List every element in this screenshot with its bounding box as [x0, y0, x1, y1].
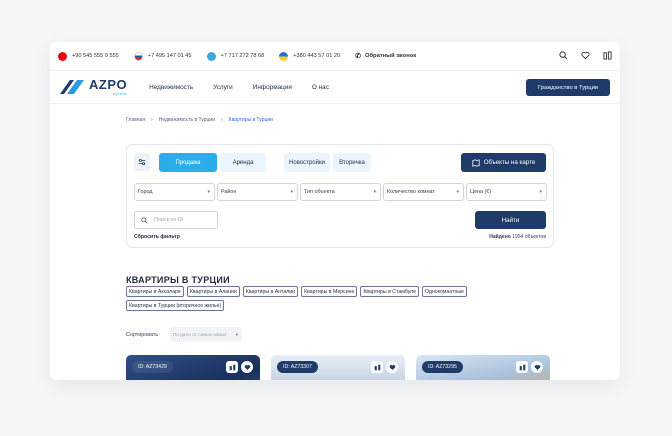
search-icon — [141, 216, 148, 224]
chevron-down-icon: ▾ — [207, 189, 210, 195]
callback-link[interactable]: ✆ Обратный звонок — [355, 52, 416, 60]
chevron-down-icon: ▾ — [539, 189, 542, 195]
phone-tr[interactable]: +90 545 555 0 555 — [58, 51, 119, 61]
property-card[interactable]: ID: AZ73307 — [271, 355, 405, 380]
tab-rent[interactable]: Аренда — [220, 153, 266, 172]
chevron-down-icon: ▾ — [456, 189, 459, 195]
phone-number: +380 443 57 01 20 — [293, 53, 341, 59]
top-contact-bar: +90 545 555 0 555 +7 495 147 01 45 +7 71… — [50, 42, 620, 70]
property-card[interactable]: ID: AZ73429 — [126, 355, 260, 380]
heart-icon[interactable] — [386, 361, 398, 373]
russia-flag-icon — [133, 51, 143, 61]
sort-label: Сортировать: — [126, 332, 160, 338]
breadcrumb: Главная › Недвижимость в Турции › Кварти… — [126, 117, 273, 123]
phone-number: +7 495 147 01 45 — [147, 53, 192, 59]
nav-item-info[interactable]: Информация — [253, 84, 292, 91]
nav-item-realestate[interactable]: Недвижимость — [149, 84, 193, 91]
id-search-placeholder: Поиск по ID — [154, 217, 184, 223]
page-title: КВАРТИРЫ В ТУРЦИИ — [126, 275, 230, 285]
tag-link[interactable]: Квартиры в Аксаларе — [126, 286, 184, 297]
property-id-badge: ID: AZ73307 — [277, 361, 318, 373]
results-count: Найдено 1954 объектов — [489, 234, 546, 240]
phone-kz[interactable]: +7 717 272 78 68 — [206, 51, 265, 61]
price-select-label: Цена (€) — [470, 189, 492, 195]
property-id-badge: ID: AZ73295 — [422, 361, 463, 373]
city-select[interactable]: Город ▾ — [134, 183, 215, 201]
search-filter-panel: Продажа Аренда Новостройки Вторичка Объе… — [126, 144, 554, 248]
compare-icon[interactable] — [516, 361, 528, 373]
found-prefix: Найдено — [489, 234, 511, 240]
breadcrumb-separator-icon: › — [151, 117, 153, 123]
breadcrumb-realestate[interactable]: Недвижимость в Турции — [159, 117, 215, 123]
type-select-label: Тип объекта — [304, 189, 335, 195]
search-icon[interactable] — [558, 50, 568, 60]
compare-icon[interactable] — [371, 361, 383, 373]
heart-icon[interactable] — [531, 361, 543, 373]
chevron-down-icon: ▾ — [373, 189, 376, 195]
citizenship-button[interactable]: Гражданство в Турции — [526, 79, 610, 96]
phone-ru[interactable]: +7 495 147 01 45 — [133, 51, 192, 61]
price-select[interactable]: Цена (€) ▾ — [466, 183, 547, 201]
tag-link[interactable]: Квартиры в Анталии — [242, 286, 299, 297]
rooms-select-label: Количество комнат — [387, 189, 435, 195]
map-button-label: Объекты на карте — [483, 159, 536, 166]
reset-filter-link[interactable]: Сбросить фильтр — [134, 234, 180, 240]
tag-link[interactable]: Квартиры в Алании — [186, 286, 240, 297]
find-button[interactable]: Найти — [475, 211, 546, 229]
chevron-down-icon: ▾ — [290, 189, 293, 195]
phone-number: +90 545 555 0 555 — [72, 53, 119, 59]
site-logo[interactable]: AZPO estate — [58, 78, 127, 96]
map-icon — [472, 158, 480, 167]
breadcrumb-current: Квартиры в Турции — [228, 117, 273, 123]
map-objects-button[interactable]: Объекты на карте — [461, 153, 546, 172]
compare-icon[interactable] — [226, 361, 238, 373]
phone-number: +7 717 272 78 68 — [220, 53, 265, 59]
tag-list: Квартиры в Аксаларе Квартиры в Алании Кв… — [126, 286, 526, 311]
breadcrumb-separator-icon: › — [221, 117, 223, 123]
nav-item-services[interactable]: Услуги — [213, 84, 233, 91]
tag-link[interactable]: Квартиры в Стамбуле — [360, 286, 419, 297]
phone-icon: ✆ — [355, 53, 361, 60]
logo-subtext: estate — [112, 92, 128, 96]
type-select[interactable]: Тип объекта ▾ — [300, 183, 381, 201]
logo-text: AZPO — [89, 77, 128, 92]
found-suffix: объектов — [524, 234, 546, 240]
breadcrumb-home[interactable]: Главная — [126, 117, 145, 123]
city-select-label: Город — [138, 189, 153, 195]
property-card[interactable]: ID: AZ73295 — [416, 355, 550, 380]
tab-resale[interactable]: Вторичка — [333, 153, 371, 172]
ukraine-flag-icon — [279, 51, 289, 61]
logo-mark-icon — [58, 78, 86, 96]
id-search-input[interactable]: Поиск по ID — [134, 211, 218, 229]
tag-link[interactable]: Квартиры в Турции (вторичное жилье) — [126, 300, 225, 311]
filter-settings-icon[interactable] — [134, 153, 150, 171]
kazakhstan-flag-icon — [206, 51, 216, 61]
main-navbar: AZPO estate Недвижимость Услуги Информац… — [50, 70, 620, 104]
tag-link[interactable]: Квартиры в Мерсине — [301, 286, 358, 297]
rooms-select[interactable]: Количество комнат ▾ — [383, 183, 464, 201]
district-select[interactable]: Район ▾ — [217, 183, 298, 201]
tab-new-buildings[interactable]: Новостройки — [284, 153, 330, 172]
turkey-flag-icon — [58, 51, 67, 61]
phone-ua[interactable]: +380 443 57 01 20 — [279, 51, 341, 61]
header-icons — [558, 50, 612, 60]
compare-icon[interactable] — [602, 50, 612, 60]
found-count: 1954 — [512, 234, 524, 240]
district-select-label: Район — [221, 189, 237, 195]
sort-select-value: По дате: от самых новых — [173, 332, 227, 337]
page-window: +90 545 555 0 555 +7 495 147 01 45 +7 71… — [50, 42, 620, 380]
property-id-badge: ID: AZ73429 — [132, 361, 173, 373]
callback-label: Обратный звонок — [364, 53, 417, 59]
tab-sale[interactable]: Продажа — [159, 153, 217, 172]
tag-link[interactable]: Однокомнатные — [421, 286, 467, 297]
chevron-down-icon: ▾ — [235, 331, 238, 337]
heart-icon[interactable] — [580, 50, 590, 60]
nav-item-about[interactable]: О нас — [312, 84, 329, 91]
heart-icon[interactable] — [241, 361, 253, 373]
sort-select[interactable]: По дате: от самых новых ▾ — [170, 327, 242, 342]
